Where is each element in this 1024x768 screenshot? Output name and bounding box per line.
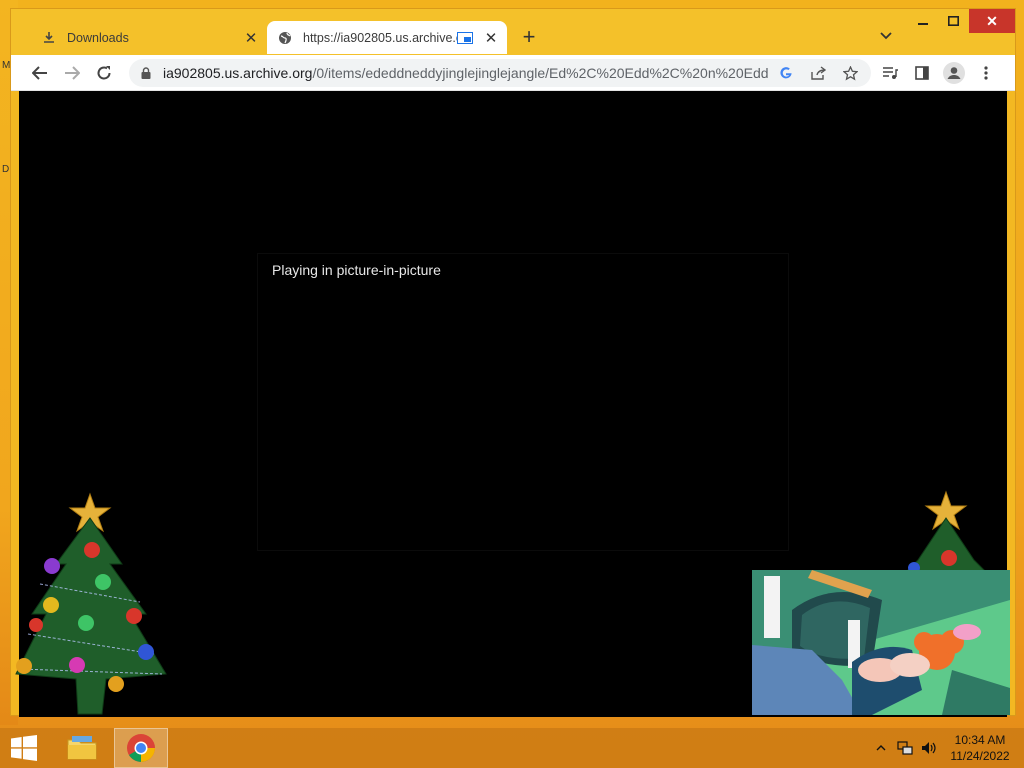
windows-logo-icon — [11, 735, 37, 761]
pip-status-text: Playing in picture-in-picture — [272, 262, 441, 278]
bookmark-star-icon[interactable] — [841, 64, 859, 82]
chrome-icon — [127, 734, 155, 762]
share-icon[interactable] — [809, 64, 827, 82]
url-text: ia902805.us.archive.org/0/items/ededdned… — [163, 65, 769, 81]
media-controls-icon[interactable] — [877, 60, 903, 86]
picture-in-picture-icon — [457, 31, 473, 44]
start-button[interactable] — [0, 728, 48, 768]
menu-icon[interactable] — [973, 60, 999, 86]
google-icon[interactable] — [777, 64, 795, 82]
maximize-button[interactable] — [938, 9, 968, 33]
tab-label: Downloads — [67, 30, 129, 45]
desktop-icon-label: D — [2, 164, 10, 175]
clock-time: 10:34 AM — [954, 733, 1006, 747]
folder-icon — [67, 736, 97, 760]
close-window-button[interactable]: ✕ — [969, 9, 1015, 33]
toolbar: ia902805.us.archive.org/0/items/ededdned… — [11, 55, 1015, 91]
christmas-tree-left — [15, 492, 167, 715]
chevron-up-icon[interactable] — [873, 728, 889, 768]
close-icon[interactable]: ✕ — [241, 28, 261, 48]
tab-label: https://ia902805.us.archive.o — [303, 30, 457, 45]
tab-archive[interactable]: https://ia902805.us.archive.o ✕ — [267, 21, 507, 54]
address-bar[interactable]: ia902805.us.archive.org/0/items/ededdned… — [129, 59, 871, 87]
video-frame — [752, 570, 1010, 715]
pip-video-window[interactable] — [752, 570, 1010, 715]
clock-date: 11/24/2022 — [950, 749, 1010, 763]
globe-icon — [277, 30, 293, 46]
download-icon — [41, 30, 57, 46]
file-explorer-button[interactable] — [58, 728, 106, 768]
network-icon[interactable] — [895, 728, 915, 768]
tab-strip: Downloads ✕ https://ia902805.us.archive.… — [11, 9, 1015, 55]
close-icon[interactable]: ✕ — [481, 28, 501, 48]
minimize-button[interactable] — [908, 9, 938, 33]
christmas-tree-right — [905, 490, 986, 572]
chrome-taskbar-button[interactable] — [114, 728, 168, 768]
chevron-down-icon[interactable] — [875, 27, 897, 49]
volume-icon[interactable] — [919, 728, 939, 768]
new-tab-button[interactable]: + — [517, 26, 541, 50]
reload-button[interactable] — [91, 60, 117, 86]
pip-placeholder[interactable]: Playing in picture-in-picture — [257, 253, 789, 551]
side-panel-icon[interactable] — [909, 60, 935, 86]
clock[interactable]: 10:34 AM 11/24/2022 — [940, 732, 1020, 764]
back-button[interactable] — [27, 60, 53, 86]
tab-downloads[interactable]: Downloads ✕ — [31, 21, 267, 54]
profile-avatar[interactable] — [941, 60, 967, 86]
taskbar: 10:34 AM 11/24/2022 — [0, 728, 1024, 768]
lock-icon — [139, 67, 153, 79]
forward-button[interactable] — [59, 60, 85, 86]
